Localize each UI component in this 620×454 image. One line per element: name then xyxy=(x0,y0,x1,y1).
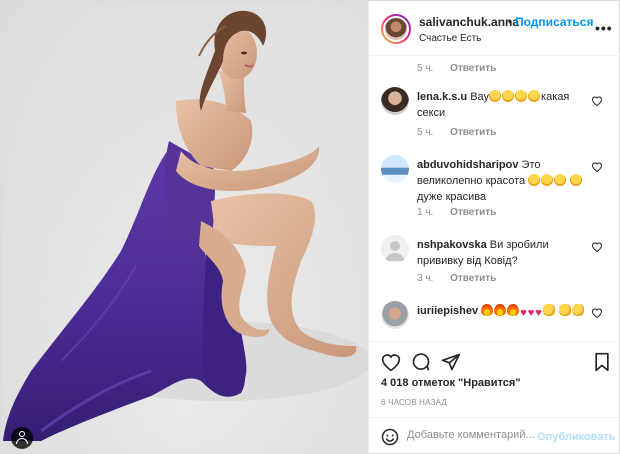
like-comment-icon[interactable] xyxy=(591,161,603,172)
comment-meta: 3 ч. Ответить xyxy=(417,273,496,284)
comment-time: 3 ч. xyxy=(417,273,434,284)
like-comment-icon[interactable] xyxy=(591,95,603,106)
emoji-icon xyxy=(489,90,502,102)
post-actions xyxy=(369,341,620,381)
post-photo[interactable] xyxy=(1,1,368,454)
publish-button[interactable]: Опубликовать xyxy=(537,431,616,443)
post-timestamp: 6 ЧАСОВ НАЗАД xyxy=(381,398,448,407)
reply-button[interactable]: Ответить xyxy=(450,207,496,218)
red-heart-emoji-icon: ♥ xyxy=(527,307,535,319)
follow-button[interactable]: Подписаться xyxy=(515,15,593,29)
comment-text: nshpakovska Ви зробили прививку від Кові… xyxy=(417,237,585,269)
fire-emoji-icon xyxy=(494,304,507,316)
comment-body-rest: дуже красива xyxy=(417,191,487,203)
tag-people-icon[interactable] xyxy=(11,427,33,449)
like-comment-icon[interactable] xyxy=(591,241,603,252)
instagram-post: salivanchuk.anna • Подписаться Счастье Е… xyxy=(0,0,620,454)
comment-body: Вау xyxy=(470,91,490,103)
clap-emoji-icon xyxy=(558,304,571,316)
red-heart-emoji-icon: ♥ xyxy=(520,307,527,319)
comment-text: iuriiepishev ♥♥♥ xyxy=(417,303,585,321)
clap-emoji-icon xyxy=(571,304,584,316)
commenter-avatar[interactable] xyxy=(381,235,409,263)
reply-button[interactable]: Ответить xyxy=(450,127,496,138)
heart-outline-icon[interactable] xyxy=(381,352,401,372)
smiley-icon[interactable] xyxy=(381,428,399,446)
comment-meta: 5 ч. Ответить xyxy=(417,127,496,138)
emoji-icon xyxy=(541,174,554,186)
comment-author[interactable]: abduvohidsharipov xyxy=(417,159,518,171)
reply-button[interactable]: Ответить xyxy=(450,63,496,74)
author-avatar[interactable] xyxy=(381,14,411,44)
commenter-avatar[interactable] xyxy=(381,155,409,183)
comment-input[interactable] xyxy=(407,429,557,441)
comment-text: lena.k.s.u Вау какая секси xyxy=(417,89,585,121)
emoji-icon xyxy=(554,174,567,186)
comment-meta: 1 ч. Ответить xyxy=(417,207,496,218)
comment-author[interactable]: nshpakovska xyxy=(417,239,487,251)
commenter-avatar[interactable] xyxy=(381,87,409,115)
emoji-icon xyxy=(502,90,515,102)
tag-body-shape xyxy=(16,438,28,444)
author-avatar-image xyxy=(383,16,409,42)
comment-text: abduvohidsharipov Это великолепно красот… xyxy=(417,157,585,205)
like-comment-icon[interactable] xyxy=(591,307,603,318)
tag-head-shape xyxy=(19,431,25,437)
emoji-icon xyxy=(528,174,541,186)
more-options-icon[interactable]: ••• xyxy=(595,20,613,36)
comments-list: 5 ч. Ответить lena.k.s.u Вау какая секси … xyxy=(369,57,620,339)
author-username[interactable]: salivanchuk.anna xyxy=(419,15,519,29)
fire-emoji-icon xyxy=(481,304,494,316)
reply-button[interactable]: Ответить xyxy=(450,273,496,284)
default-avatar-icon xyxy=(385,241,405,261)
red-heart-emoji-icon: ♥ xyxy=(535,307,542,319)
post-sidebar: salivanchuk.anna • Подписаться Счастье Е… xyxy=(368,1,620,453)
add-comment-bar: Опубликовать xyxy=(369,417,620,454)
comment-time: 5 ч. xyxy=(417,63,434,74)
bookmark-icon[interactable] xyxy=(593,352,611,372)
post-header: salivanchuk.anna • Подписаться Счастье Е… xyxy=(369,1,620,56)
separator-dot: • xyxy=(508,15,513,29)
commenter-avatar[interactable] xyxy=(381,301,409,329)
emoji-icon xyxy=(570,174,583,186)
comment-meta: 5 ч. Ответить xyxy=(417,63,496,74)
comment-author[interactable]: iuriiepishev xyxy=(417,305,478,317)
clap-emoji-icon xyxy=(542,304,555,316)
fire-emoji-icon xyxy=(507,304,520,316)
paper-plane-icon[interactable] xyxy=(441,352,461,372)
likes-count[interactable]: 4 018 отметок "Нравится" xyxy=(381,377,521,389)
emoji-icon xyxy=(515,90,528,102)
photo-illustration xyxy=(1,1,368,454)
comment-author[interactable]: lena.k.s.u xyxy=(417,91,467,103)
emoji-icon xyxy=(528,90,541,102)
comment-time: 5 ч. xyxy=(417,127,434,138)
speech-bubble-icon[interactable] xyxy=(411,352,431,372)
post-location[interactable]: Счастье Есть xyxy=(419,33,481,44)
comment-time: 1 ч. xyxy=(417,207,434,218)
